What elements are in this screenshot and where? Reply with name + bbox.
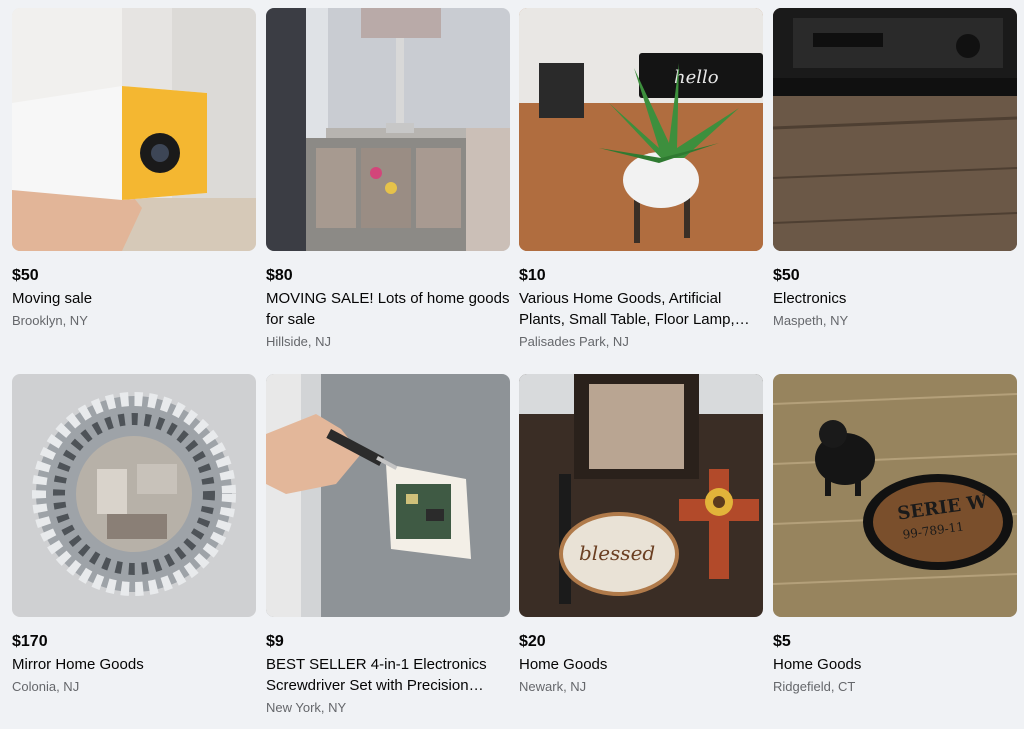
stereo-receiver-image	[773, 8, 1017, 251]
blessed-pumpkin-decor-image: blessed	[519, 374, 763, 617]
listing-price: $20	[519, 633, 546, 650]
sunburst-mirror-image	[12, 374, 256, 617]
svg-text:hello: hello	[674, 67, 719, 88]
listing-location: Maspeth, NY	[773, 313, 849, 328]
mini-projector-image	[12, 8, 256, 251]
listing-location: Brooklyn, NY	[12, 313, 88, 328]
listing-title[interactable]: Home Goods	[519, 654, 763, 675]
svg-text:blessed: blessed	[579, 541, 655, 565]
listing-card[interactable]: SERIE W 99-789-11 $5 Home Goods Ridgefie…	[773, 374, 1017, 697]
listing-price: $9	[266, 633, 284, 650]
listing-card[interactable]: $9 BEST SELLER 4-in-1 Electronics Screwd…	[266, 374, 510, 718]
listing-price: $170	[12, 633, 48, 650]
listing-photo-pig-tray[interactable]: SERIE W 99-789-11	[773, 374, 1017, 617]
listing-location: Hillside, NJ	[266, 334, 332, 349]
listing-title[interactable]: Various Home Goods, Artificial Plants, S…	[519, 288, 763, 330]
listing-location: Palisades Park, NJ	[519, 334, 629, 349]
mirrored-console-table-image	[266, 8, 510, 251]
listing-price: $80	[266, 267, 293, 284]
listing-photo-screwdriver[interactable]	[266, 374, 510, 617]
screwdriver-thermostat-image	[266, 374, 510, 617]
listing-card[interactable]: $80 MOVING SALE! Lots of home goods for …	[266, 8, 510, 352]
listing-title[interactable]: Home Goods	[773, 654, 1017, 675]
listing-card[interactable]: hello $10 Various Home Goods, Artificial…	[519, 8, 763, 352]
pig-figurine-tray-image: SERIE W 99-789-11	[773, 374, 1017, 617]
listing-photo-console-table[interactable]	[266, 8, 510, 251]
listing-photo-artificial-plant[interactable]: hello	[519, 8, 763, 251]
listing-title[interactable]: Moving sale	[12, 288, 256, 309]
listing-price: $5	[773, 633, 791, 650]
artificial-plant-image: hello	[519, 8, 763, 251]
listing-photo-stereo-receiver[interactable]	[773, 8, 1017, 251]
listing-location: Ridgefield, CT	[773, 679, 856, 694]
listing-location: Newark, NJ	[519, 679, 587, 694]
listing-title[interactable]: MOVING SALE! Lots of home goods for sale	[266, 288, 510, 330]
listing-location: Colonia, NJ	[12, 679, 80, 694]
listing-card[interactable]: $170 Mirror Home Goods Colonia, NJ	[12, 374, 256, 697]
listing-title[interactable]: Mirror Home Goods	[12, 654, 256, 675]
listing-photo-blessed-decor[interactable]: blessed	[519, 374, 763, 617]
listing-card[interactable]: blessed $20 Home Goods Newark, NJ	[519, 374, 763, 697]
listing-title[interactable]: Electronics	[773, 288, 1017, 309]
listing-price: $50	[12, 267, 39, 284]
listing-card[interactable]: $50 Moving sale Brooklyn, NY	[12, 8, 256, 331]
listing-location: New York, NY	[266, 700, 347, 715]
listing-photo-sunburst-mirror[interactable]	[12, 374, 256, 617]
listing-photo-mini-projector[interactable]	[12, 8, 256, 251]
listing-title[interactable]: BEST SELLER 4-in-1 Electronics Screwdriv…	[266, 654, 510, 696]
listing-price: $10	[519, 267, 546, 284]
listing-price: $50	[773, 267, 800, 284]
marketplace-grid: $50 Moving sale Brooklyn, NY $80 MOVING …	[0, 0, 1024, 729]
listing-card[interactable]: $50 Electronics Maspeth, NY	[773, 8, 1017, 331]
